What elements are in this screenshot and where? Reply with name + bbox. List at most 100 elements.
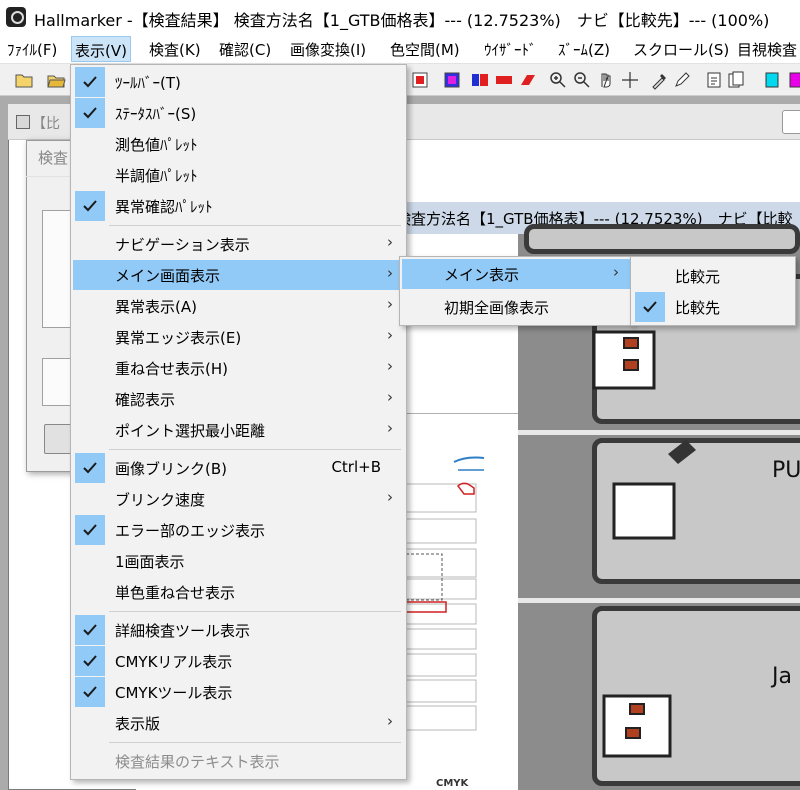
menu-item-label: 比較元 xyxy=(675,268,721,286)
menu-zoom[interactable]: ｽﾞｰﾑ(Z) xyxy=(558,39,610,61)
check-icon xyxy=(75,67,105,97)
menu-item-anomaly-palette[interactable]: 異常確認ﾊﾟﾚｯﾄ xyxy=(73,191,405,221)
open-icon[interactable] xyxy=(14,70,34,90)
menu-item-toolbar[interactable]: ﾂｰﾙﾊﾞｰ(T) xyxy=(73,67,405,97)
submenu-arrow-icon: › xyxy=(387,264,393,282)
cyan-page-icon[interactable] xyxy=(762,70,782,90)
menu-wizard[interactable]: ｳｲｻﾞｰﾄﾞ xyxy=(484,39,537,61)
submenu-arrow-icon: › xyxy=(387,388,393,406)
magenta-page-icon[interactable] xyxy=(786,70,800,90)
red-shape-icon[interactable] xyxy=(518,70,538,90)
menu-item-initial-full-image[interactable]: 初期全画像表示 xyxy=(402,292,631,322)
dialog-panel xyxy=(42,210,72,328)
menu-item-display-plate[interactable]: 表示版 › xyxy=(73,708,405,738)
zoom-out-icon[interactable] xyxy=(572,70,592,90)
check-icon xyxy=(75,615,105,645)
menu-item-anomaly-edge[interactable]: 異常エッジ表示(E) › xyxy=(73,322,405,352)
menu-bar: ﾌｧｲﾙ(F) 表示(V) 検査(K) 確認(C) 画像変換(I) 色空間(M)… xyxy=(0,34,800,64)
child-window-button[interactable] xyxy=(782,110,800,134)
menu-image-convert[interactable]: 画像変換(I) xyxy=(290,39,366,61)
crosshair-icon[interactable] xyxy=(620,70,640,90)
pen-icon[interactable] xyxy=(672,70,692,90)
submenu-arrow-icon: › xyxy=(387,233,393,251)
check-icon xyxy=(75,646,105,676)
menu-item-label: 異常確認ﾊﾟﾚｯﾄ xyxy=(115,198,213,216)
menu-item-label: 確認表示 xyxy=(115,391,176,409)
open-folder-icon[interactable] xyxy=(46,70,66,90)
check-icon xyxy=(75,191,105,221)
hand-icon[interactable] xyxy=(596,70,616,90)
menu-item-halftone-palette[interactable]: 半調値ﾊﾟﾚｯﾄ xyxy=(73,160,405,190)
red-square-icon[interactable] xyxy=(410,70,430,90)
menu-item-detail-tool[interactable]: 詳細検査ツール表示 xyxy=(73,615,405,645)
menu-item-compare-target[interactable]: 比較先 xyxy=(633,292,794,322)
submenu-arrow-icon: › xyxy=(613,263,619,281)
zoom-in-icon[interactable] xyxy=(548,70,568,90)
menu-item-label: 詳細検査ツール表示 xyxy=(115,622,251,640)
menu-item-image-blink[interactable]: 画像ブリンク(B) Ctrl+B xyxy=(73,453,405,483)
check-icon xyxy=(75,677,105,707)
check-icon xyxy=(75,98,105,128)
window-title: Hallmarker -【検査結果】 検査方法名【1_GTB価格表】--- (1… xyxy=(34,11,770,30)
menu-item-point-min-distance[interactable]: ポイント選択最小距離 › xyxy=(73,415,405,445)
red-blue-icon[interactable] xyxy=(470,70,490,90)
menu-item-colorimetric-palette[interactable]: 測色値ﾊﾟﾚｯﾄ xyxy=(73,129,405,159)
view-menu: ﾂｰﾙﾊﾞｰ(T) ｽﾃｰﾀｽﾊﾞｰ(S) 測色値ﾊﾟﾚｯﾄ 半調値ﾊﾟﾚｯﾄ … xyxy=(70,64,407,780)
menu-color-space[interactable]: 色空間(M) xyxy=(390,39,460,61)
submenu-arrow-icon: › xyxy=(387,295,393,313)
menu-item-mono-overlay[interactable]: 単色重ね合せ表示 xyxy=(73,577,405,607)
magenta-square-icon[interactable] xyxy=(442,70,462,90)
submenu-arrow-icon: › xyxy=(387,488,393,506)
submenu-arrow-icon: › xyxy=(387,357,393,375)
menu-item-label: 単色重ね合せ表示 xyxy=(115,584,236,602)
menu-item-label: ｽﾃｰﾀｽﾊﾞｰ(S) xyxy=(115,105,197,123)
menu-scroll[interactable]: スクロール(S) xyxy=(633,39,729,61)
menu-item-single-screen[interactable]: 1画面表示 xyxy=(73,546,405,576)
svg-text:CMYK: CMYK xyxy=(436,778,470,789)
menu-item-cmyk-real[interactable]: CMYKリアル表示 xyxy=(73,646,405,676)
menu-visual-inspect[interactable]: 目視検査 xyxy=(737,39,797,61)
menu-item-label: 重ね合せ表示(H) xyxy=(115,360,228,378)
menu-separator xyxy=(109,449,401,450)
menu-item-label: ポイント選択最小距離 xyxy=(115,422,266,440)
menu-item-overlay[interactable]: 重ね合せ表示(H) › xyxy=(73,353,405,383)
menu-item-shortcut: Ctrl+B xyxy=(331,458,381,476)
eyedropper-icon[interactable] xyxy=(650,70,670,90)
menu-item-cmyk-tool[interactable]: CMYKツール表示 xyxy=(73,677,405,707)
menu-item-main-display[interactable]: メイン画面表示 › xyxy=(73,260,405,290)
menu-item-error-edge[interactable]: エラー部のエッジ表示 xyxy=(73,515,405,545)
dialog-button[interactable] xyxy=(44,424,72,454)
menu-item-main-view[interactable]: メイン表示 › xyxy=(402,259,631,289)
red-dash-icon[interactable] xyxy=(494,70,514,90)
menu-item-label: CMYKリアル表示 xyxy=(115,653,233,671)
menu-item-label: 測色値ﾊﾟﾚｯﾄ xyxy=(115,136,198,154)
menu-item-label: エラー部のエッジ表示 xyxy=(115,522,266,540)
menu-item-label: 画像ブリンク(B) xyxy=(115,460,227,478)
check-icon xyxy=(75,515,105,545)
menu-item-anomaly-display[interactable]: 異常表示(A) › xyxy=(73,291,405,321)
dialog-title: 検査 xyxy=(38,149,69,167)
menu-item-label: 表示版 xyxy=(115,715,161,733)
menu-file[interactable]: ﾌｧｲﾙ(F) xyxy=(7,39,57,61)
menu-item-navigation[interactable]: ナビゲーション表示 › xyxy=(73,229,405,259)
submenu-arrow-icon: › xyxy=(387,326,393,344)
check-icon xyxy=(635,292,665,322)
menu-item-label: 初期全画像表示 xyxy=(444,299,550,317)
menu-item-statusbar[interactable]: ｽﾃｰﾀｽﾊﾞｰ(S) xyxy=(73,98,405,128)
menu-item-label: 異常エッジ表示(E) xyxy=(115,329,242,347)
menu-confirm[interactable]: 確認(C) xyxy=(219,39,271,61)
menu-separator xyxy=(109,611,401,612)
submenu-arrow-icon: › xyxy=(387,712,393,730)
page-a-icon[interactable] xyxy=(704,70,724,90)
menu-item-compare-source[interactable]: 比較元 xyxy=(633,261,794,291)
menu-item-label: 異常表示(A) xyxy=(115,298,197,316)
page-b-icon[interactable] xyxy=(726,70,746,90)
dialog-field[interactable] xyxy=(42,358,72,406)
menu-item-blink-speed[interactable]: ブリンク速度 › xyxy=(73,484,405,514)
main-view-submenu: 比較元 比較先 xyxy=(630,256,796,326)
menu-view[interactable]: 表示(V) xyxy=(71,36,131,62)
menu-item-confirm-display[interactable]: 確認表示 › xyxy=(73,384,405,414)
menu-item-result-text: 検査結果のテキスト表示 xyxy=(73,746,405,776)
child-window-icon xyxy=(16,115,30,129)
menu-inspect[interactable]: 検査(K) xyxy=(149,39,201,61)
